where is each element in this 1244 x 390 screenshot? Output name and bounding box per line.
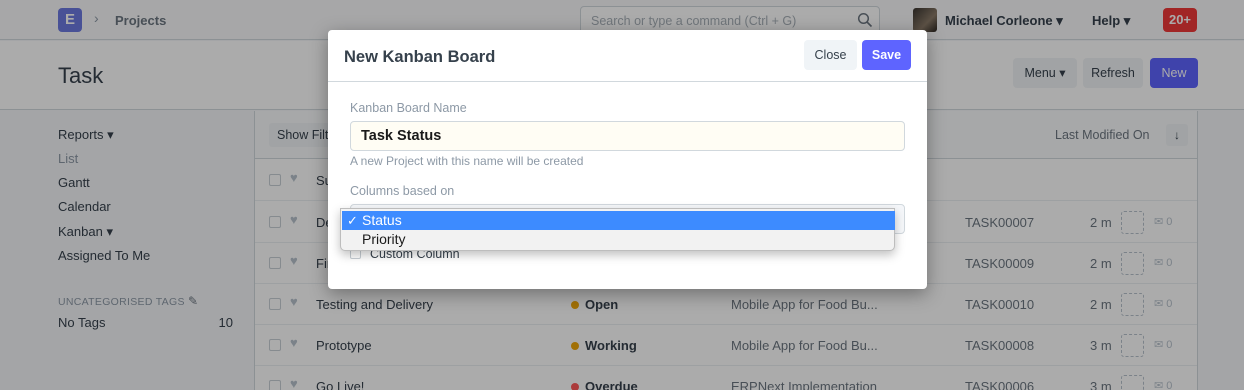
columns-based-on-label: Columns based on [350,184,455,198]
option-label: Status [362,212,402,228]
option-label: Priority [362,231,406,247]
modal-header: New Kanban Board Close Save [328,30,927,82]
save-button[interactable]: Save [862,40,911,70]
columns-dropdown-list: ✓ Status Priority [340,208,895,251]
dropdown-option-status[interactable]: ✓ Status [342,211,895,230]
kanban-board-name-help: A new Project with this name will be cre… [350,154,584,168]
dropdown-option-priority[interactable]: Priority [342,230,895,249]
close-button[interactable]: Close [804,40,857,70]
kanban-board-name-label: Kanban Board Name [350,101,467,115]
kanban-board-name-input[interactable]: Task Status [350,121,905,151]
checkmark-icon: ✓ [347,213,358,228]
modal-title: New Kanban Board [344,48,496,66]
